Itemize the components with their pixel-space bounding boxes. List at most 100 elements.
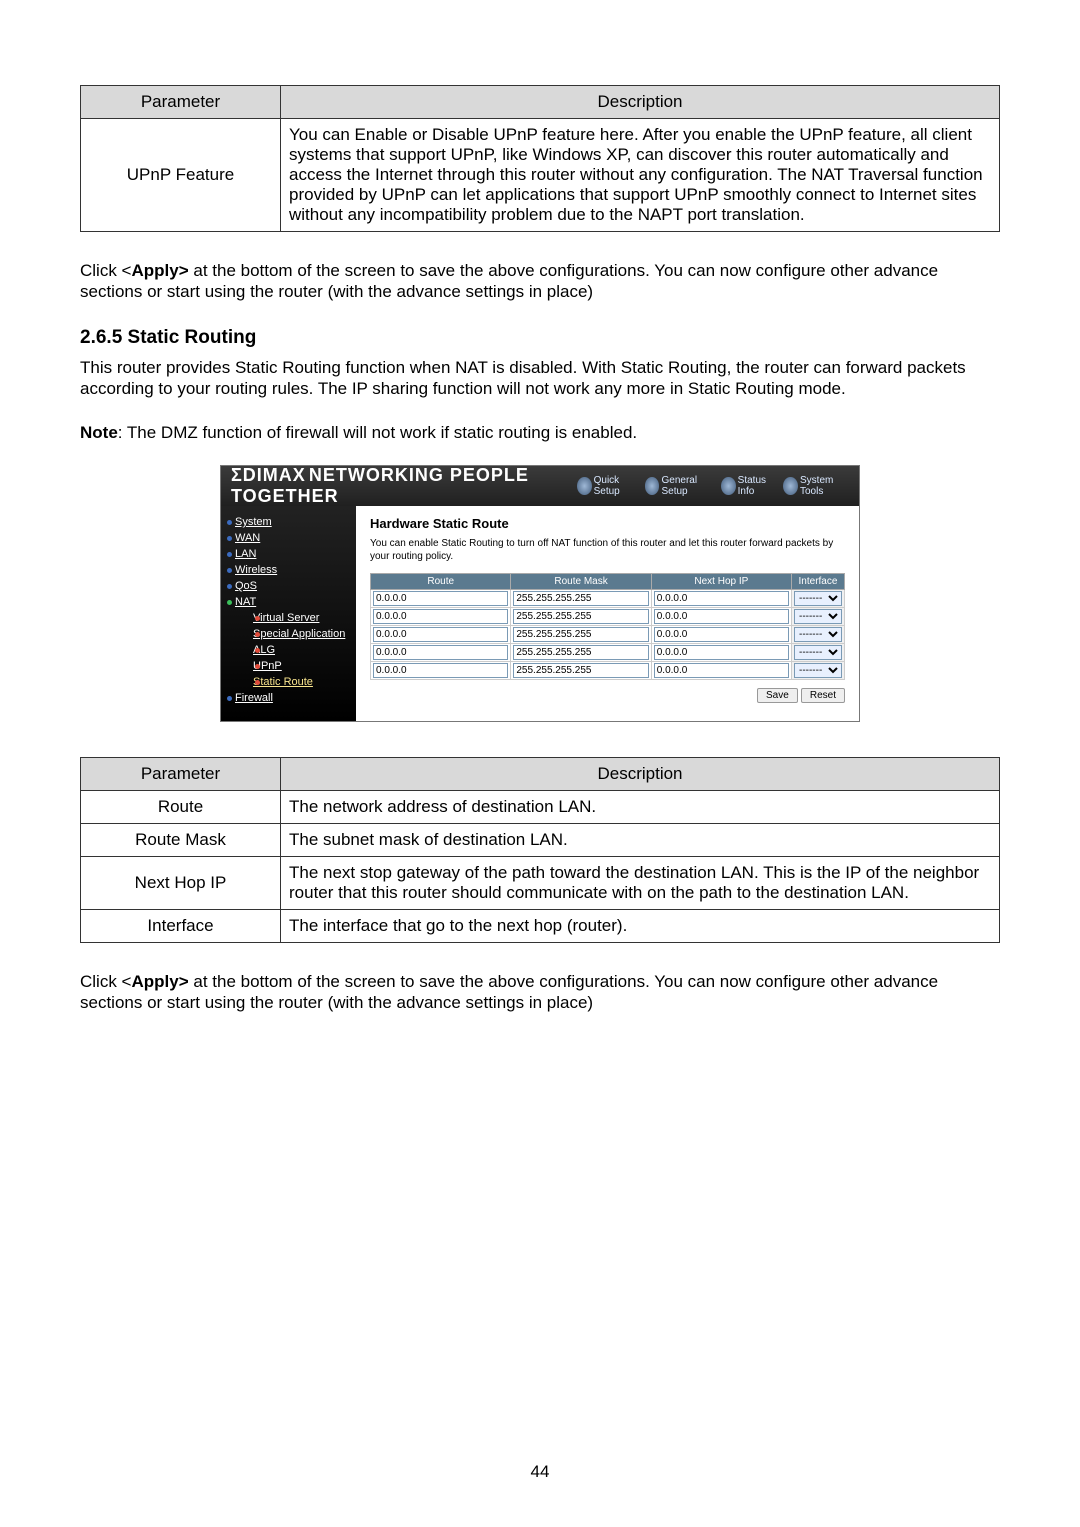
route-row: ------- [371, 608, 845, 626]
sidebar-item-label: NAT [235, 596, 256, 608]
upnp-parameter-table: Parameter Description UPnP Feature You c… [80, 85, 1000, 232]
static-route-table: Route Route Mask Next Hop IP Interface -… [370, 573, 845, 680]
globe-icon [645, 477, 660, 495]
sidebar-item-lan[interactable]: LAN [227, 546, 350, 562]
interface-select[interactable]: ------- [794, 627, 842, 642]
reset-button[interactable]: Reset [801, 688, 845, 703]
section-body: This router provides Static Routing func… [80, 357, 1000, 400]
tab-label: General Setup [661, 475, 714, 497]
next-hop-input[interactable] [654, 627, 789, 642]
interface-select[interactable]: ------- [794, 645, 842, 660]
route-row: ------- [371, 626, 845, 644]
col-route-mask: Route Mask [511, 574, 651, 590]
cell-param: Route Mask [81, 824, 281, 857]
sidebar-item-firewall[interactable]: Firewall [227, 690, 350, 706]
apply-instruction-2: Click <Apply> at the bottom of the scree… [80, 971, 1000, 1014]
interface-select[interactable]: ------- [794, 663, 842, 678]
router-header: ΣDIMAX NETWORKING PEOPLE TOGETHER Quick … [221, 466, 859, 506]
sidebar-sub-static-route[interactable]: Static Route [245, 674, 350, 690]
route-input[interactable] [373, 663, 508, 678]
router-sidebar: System WAN LAN Wireless QoS NAT Virtual … [221, 506, 356, 721]
page-number: 44 [0, 1462, 1080, 1482]
sidebar-item-label: UPnP [253, 660, 282, 672]
sidebar-item-label: Firewall [235, 692, 273, 704]
next-hop-input[interactable] [654, 645, 789, 660]
sidebar-sub-alg[interactable]: ALG [245, 642, 350, 658]
route-input[interactable] [373, 627, 508, 642]
header-parameter: Parameter [81, 86, 281, 119]
router-body: System WAN LAN Wireless QoS NAT Virtual … [221, 506, 859, 721]
route-mask-input[interactable] [513, 663, 648, 678]
apply-bold: Apply> [131, 261, 188, 280]
sidebar-item-label: WAN [235, 532, 260, 544]
sidebar-item-label: Special Application [253, 628, 345, 640]
text: at the bottom of the screen to save the … [80, 972, 938, 1012]
sidebar-item-nat[interactable]: NAT [227, 594, 350, 610]
sidebar-item-label: Virtual Server [253, 612, 319, 624]
sidebar-sub-virtual-server[interactable]: Virtual Server [245, 610, 350, 626]
cell-desc: The subnet mask of destination LAN. [281, 824, 1000, 857]
tab-label: Status Info [738, 475, 777, 497]
sidebar-item-label: Wireless [235, 564, 277, 576]
header-parameter: Parameter [81, 758, 281, 791]
tab-label: Quick Setup [594, 475, 639, 497]
cell-param: UPnP Feature [81, 119, 281, 232]
router-admin-screenshot: ΣDIMAX NETWORKING PEOPLE TOGETHER Quick … [220, 465, 860, 722]
route-input[interactable] [373, 591, 508, 606]
route-input[interactable] [373, 645, 508, 660]
apply-bold: Apply> [131, 972, 188, 991]
note-label: Note [80, 423, 118, 442]
sidebar-item-label: ALG [253, 644, 275, 656]
sidebar-sub-special-application[interactable]: Special Application [245, 626, 350, 642]
note-body: : The DMZ function of firewall will not … [118, 423, 637, 442]
tab-general-setup[interactable]: General Setup [645, 475, 715, 497]
tab-system-tools[interactable]: System Tools [783, 475, 849, 497]
route-row: ------- [371, 662, 845, 680]
sidebar-item-wireless[interactable]: Wireless [227, 562, 350, 578]
sidebar-item-system[interactable]: System [227, 514, 350, 530]
route-mask-input[interactable] [513, 645, 648, 660]
note-line: Note: The DMZ function of firewall will … [80, 423, 1000, 443]
save-button[interactable]: Save [757, 688, 798, 703]
router-logo: ΣDIMAX NETWORKING PEOPLE TOGETHER [231, 465, 577, 507]
tab-quick-setup[interactable]: Quick Setup [577, 475, 639, 497]
sidebar-item-wan[interactable]: WAN [227, 530, 350, 546]
cell-param: Route [81, 791, 281, 824]
cell-param: Next Hop IP [81, 857, 281, 910]
sidebar-item-label: Static Route [253, 676, 313, 688]
next-hop-input[interactable] [654, 609, 789, 624]
sidebar-item-qos[interactable]: QoS [227, 578, 350, 594]
next-hop-input[interactable] [654, 591, 789, 606]
route-mask-input[interactable] [513, 591, 648, 606]
cell-param: Interface [81, 910, 281, 943]
col-route: Route [371, 574, 511, 590]
table-row: UPnP Feature You can Enable or Disable U… [81, 119, 1000, 232]
text: Click < [80, 972, 131, 991]
header-description: Description [281, 758, 1000, 791]
route-mask-input[interactable] [513, 609, 648, 624]
tab-status-info[interactable]: Status Info [721, 475, 777, 497]
panel-hint: You can enable Static Routing to turn of… [370, 537, 845, 563]
interface-select[interactable]: ------- [794, 609, 842, 624]
cell-desc: The next stop gateway of the path toward… [281, 857, 1000, 910]
table-row: InterfaceThe interface that go to the ne… [81, 910, 1000, 943]
next-hop-input[interactable] [654, 663, 789, 678]
interface-select[interactable]: ------- [794, 591, 842, 606]
text: at the bottom of the screen to save the … [80, 261, 938, 301]
route-mask-input[interactable] [513, 627, 648, 642]
globe-icon [721, 477, 736, 495]
sidebar-item-label: System [235, 516, 272, 528]
cell-desc: You can Enable or Disable UPnP feature h… [281, 119, 1000, 232]
panel-title: Hardware Static Route [370, 516, 845, 531]
cell-desc: The network address of destination LAN. [281, 791, 1000, 824]
sidebar-sub-upnp[interactable]: UPnP [245, 658, 350, 674]
tab-label: System Tools [800, 475, 849, 497]
route-input[interactable] [373, 609, 508, 624]
col-interface: Interface [791, 574, 844, 590]
header-description: Description [281, 86, 1000, 119]
table-row: Route MaskThe subnet mask of destination… [81, 824, 1000, 857]
route-row: ------- [371, 644, 845, 662]
header-tabs: Quick Setup General Setup Status Info Sy… [577, 475, 849, 497]
static-route-parameter-table: Parameter Description RouteThe network a… [80, 757, 1000, 943]
button-row: Save Reset [370, 688, 845, 703]
